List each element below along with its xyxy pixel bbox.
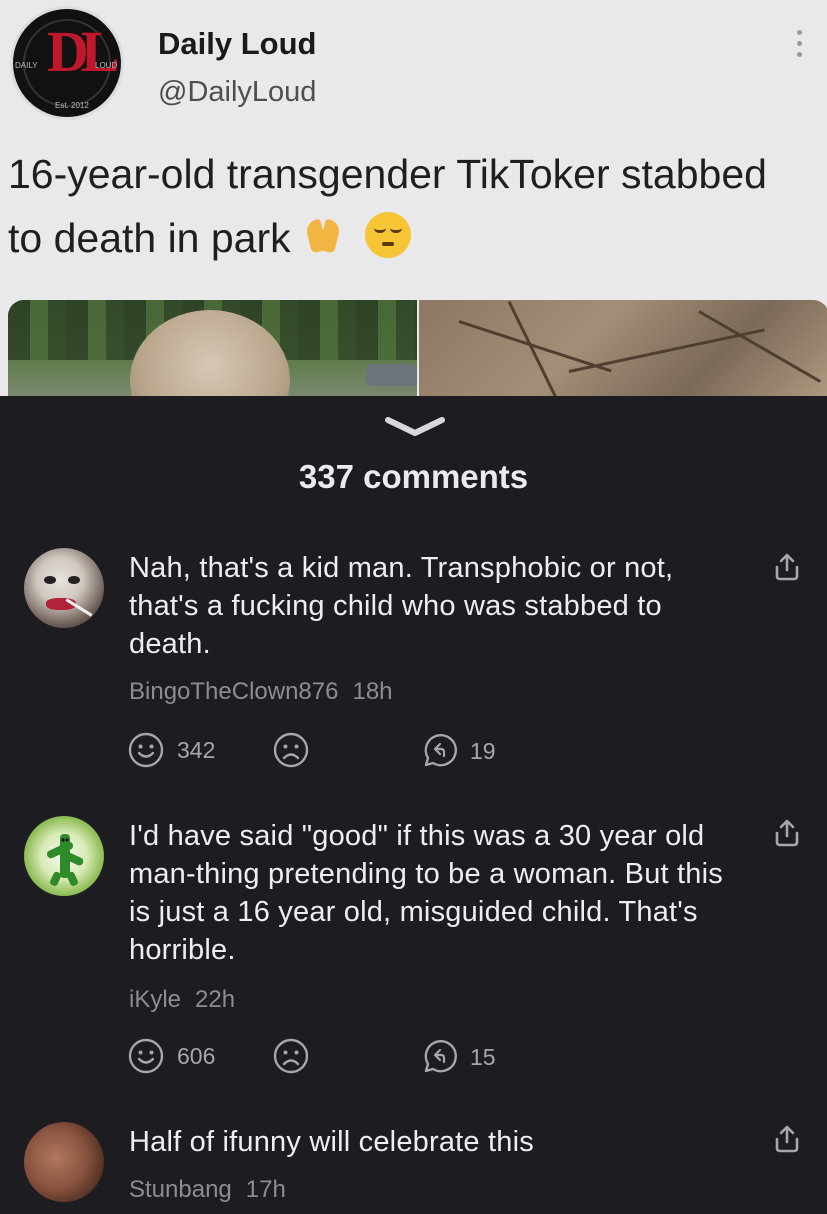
comment-username[interactable]: Stunbang <box>129 1176 232 1203</box>
comment-time: 22h <box>195 986 236 1013</box>
comment-text: Nah, that's a kid man. Transphobic or no… <box>129 552 674 660</box>
avatar[interactable] <box>24 1122 104 1202</box>
share-icon[interactable] <box>772 1124 802 1154</box>
collapse-chevron-icon[interactable] <box>384 416 446 438</box>
comment-meta: Stunbang 17h <box>129 1176 286 1204</box>
pensive-face-emoji <box>365 212 412 258</box>
smile-icon <box>128 732 164 768</box>
tweet-handle: @DailyLoud <box>158 76 317 108</box>
avatar[interactable] <box>24 548 104 628</box>
like-count: 606 <box>177 1042 216 1069</box>
comment-meta: BingoTheClown876 18h <box>129 678 393 706</box>
smile-icon <box>128 1038 164 1074</box>
like-button[interactable]: 606 <box>127 1037 215 1075</box>
reply-icon <box>424 734 457 767</box>
tweet-text: 16-year-old transgender TikToker stabbed… <box>8 142 808 270</box>
reply-button[interactable]: 15 <box>418 1037 496 1077</box>
reply-count: 15 <box>470 1043 496 1070</box>
daily-loud-logo-avatar: DL DAILY LOUD Est. 2012 <box>10 6 124 120</box>
dislike-button[interactable] <box>272 731 310 769</box>
share-icon[interactable] <box>772 552 802 582</box>
comment-username[interactable]: BingoTheClown876 <box>129 678 338 705</box>
frown-icon <box>273 732 309 768</box>
share-icon[interactable] <box>772 818 802 848</box>
comment-text: Half of ifunny will celebrate this <box>129 1126 534 1158</box>
tweet-image[interactable]: DL DAILY LOUD Est. 2012 Daily Loud @Dail… <box>0 0 827 396</box>
dislike-button[interactable] <box>272 1037 310 1075</box>
like-count: 342 <box>177 736 216 763</box>
reply-button[interactable]: 19 <box>418 731 496 771</box>
comment-time: 17h <box>245 1176 286 1203</box>
like-button[interactable]: 342 <box>127 731 215 769</box>
tweet-photo-right <box>419 300 827 396</box>
reply-count: 19 <box>470 737 496 764</box>
avatar[interactable] <box>24 816 104 896</box>
comment-meta: iKyle 22h <box>129 986 235 1014</box>
tweet-photo-left <box>8 300 417 396</box>
comments-sheet <box>0 396 827 1214</box>
comment-time: 18h <box>352 678 393 705</box>
comment-text: I'd have said "good" if this was a 30 ye… <box>129 820 723 966</box>
frown-icon <box>273 1038 309 1074</box>
reply-icon <box>424 1040 457 1073</box>
tweet-display-name: Daily Loud <box>158 26 317 61</box>
folded-hands-emoji <box>302 214 346 258</box>
comments-count: 337 comments <box>298 458 529 495</box>
comment-username[interactable]: iKyle <box>129 986 181 1013</box>
more-options-icon <box>792 30 806 60</box>
cactuar-icon <box>46 834 84 886</box>
